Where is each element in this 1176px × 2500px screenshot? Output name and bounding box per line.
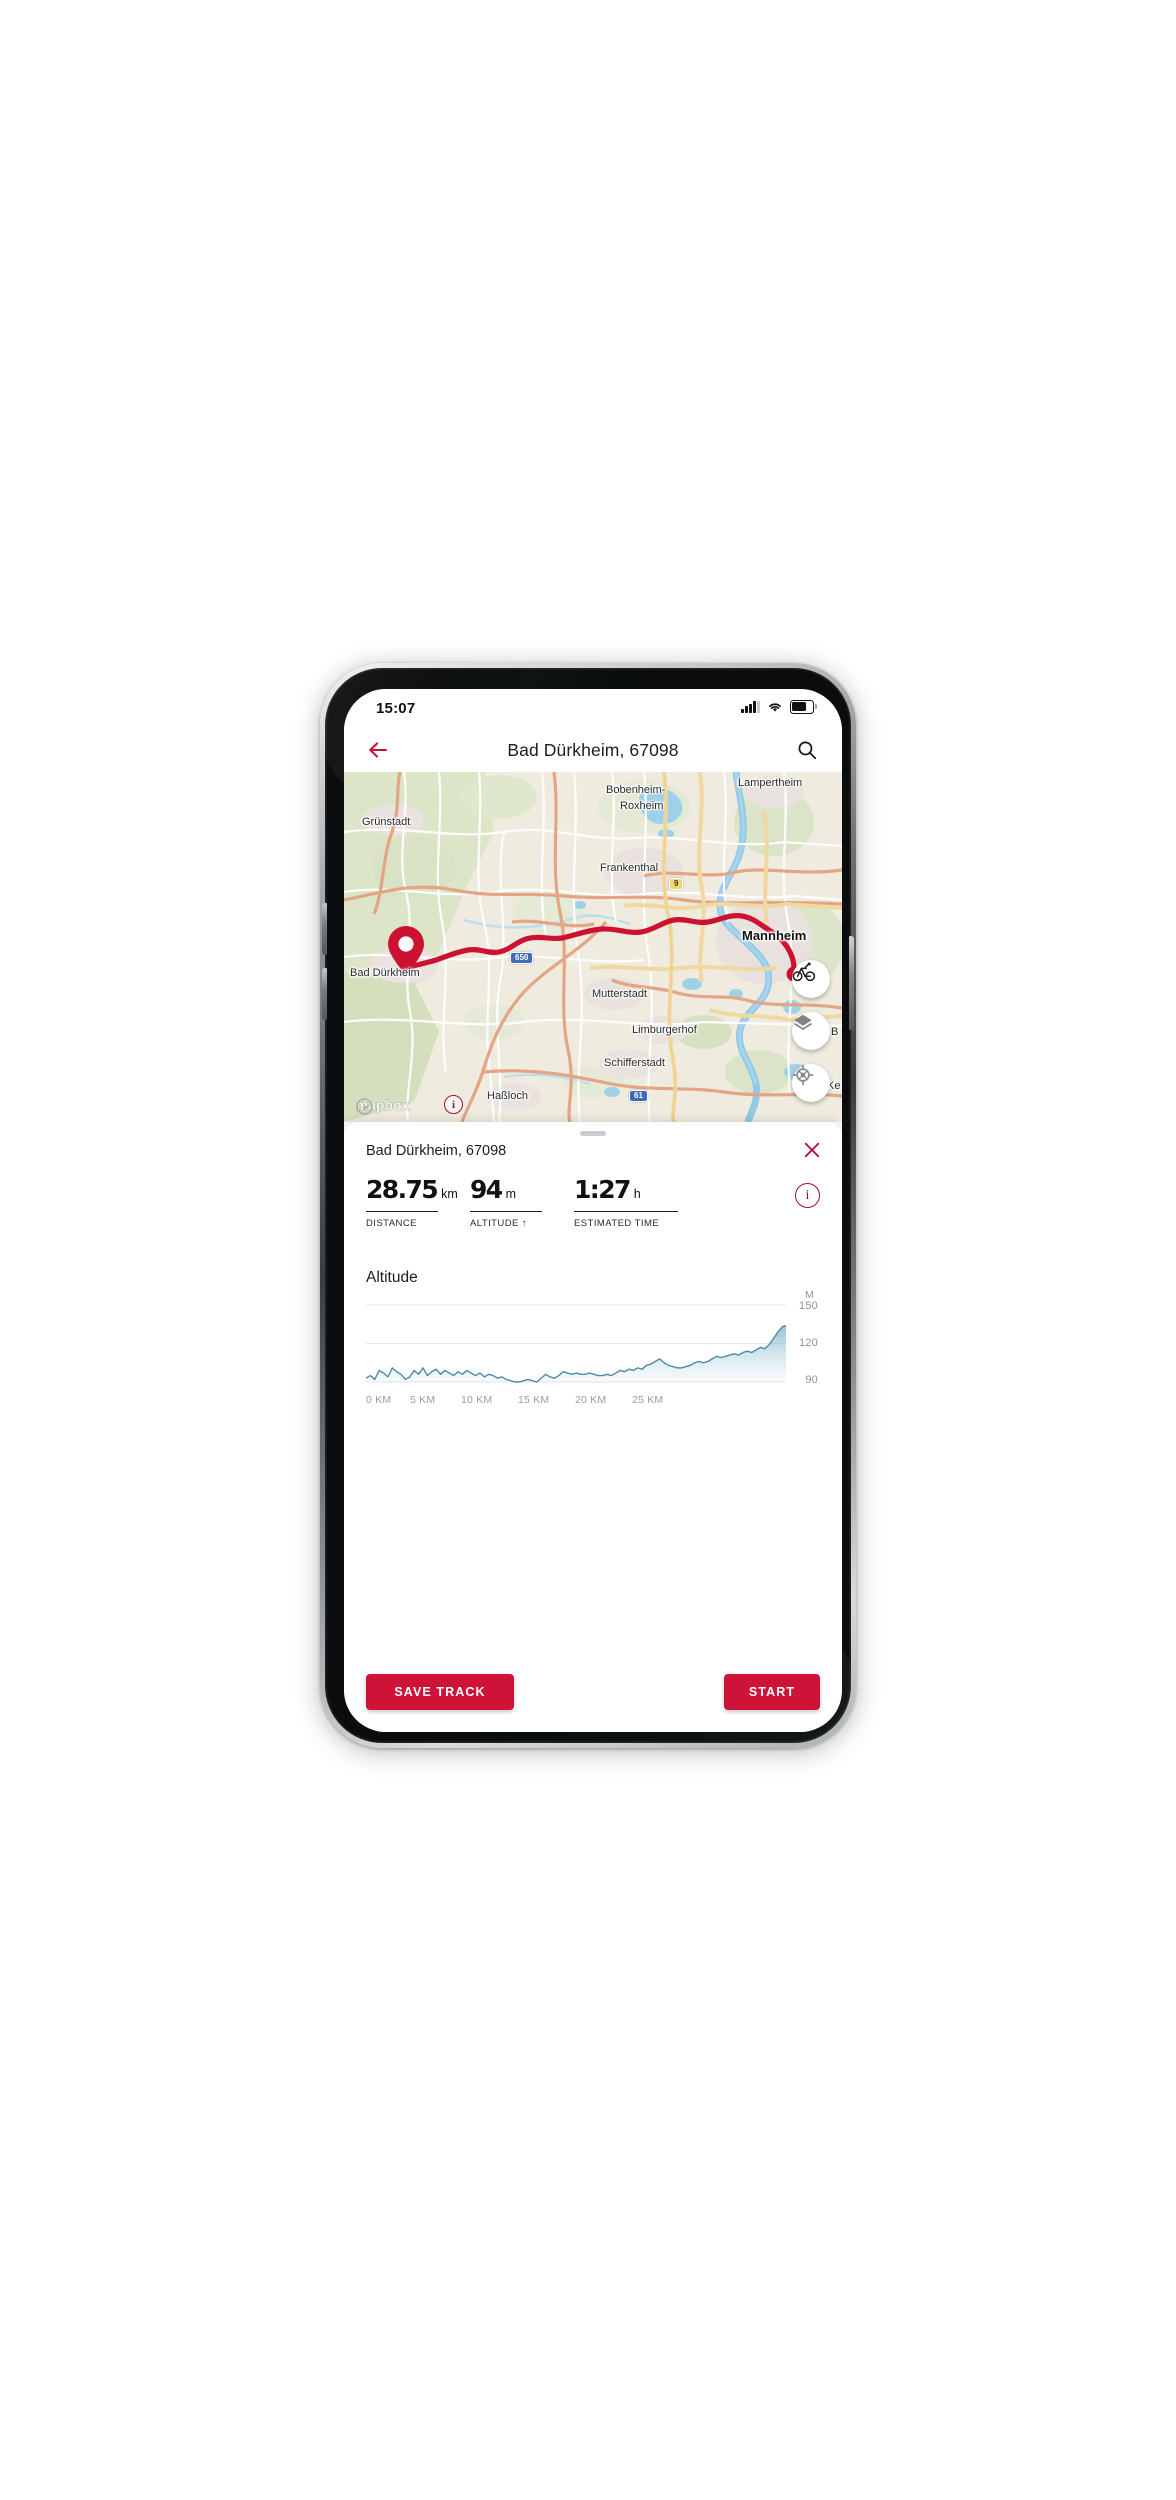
save-track-button[interactable]: SAVE TRACK bbox=[366, 1674, 514, 1710]
power-button[interactable] bbox=[849, 936, 854, 1030]
stat-distance-unit: km bbox=[441, 1187, 458, 1201]
map-label: Schifferstadt bbox=[604, 1057, 665, 1069]
stat-distance: 28.75 km DISTANCE bbox=[366, 1177, 470, 1229]
stat-time-unit: h bbox=[633, 1187, 641, 1201]
sheet-title: Bad Dürkheim, 67098 bbox=[366, 1143, 507, 1159]
sheet-actions: SAVE TRACK START bbox=[366, 1674, 820, 1710]
map-label: Bad Dürkheim bbox=[350, 967, 420, 979]
back-arrow-icon[interactable] bbox=[366, 738, 390, 762]
layers-icon bbox=[794, 1014, 812, 1030]
stat-altitude-unit: m bbox=[505, 1187, 517, 1201]
map-view[interactable]: Grünstadt Bobenheim- Roxheim Lampertheim… bbox=[344, 772, 842, 1122]
start-button[interactable]: START bbox=[724, 1674, 820, 1710]
stat-time-value: 1:27 bbox=[574, 1175, 631, 1204]
route-detail-sheet: Bad Dürkheim, 67098 28.75 km DISTANCE 94 m bbox=[344, 1122, 842, 1732]
info-button[interactable]: i bbox=[795, 1183, 820, 1208]
altitude-chart: M 150 120 90 bbox=[366, 1289, 820, 1388]
stat-distance-value: 28.75 bbox=[366, 1175, 439, 1204]
map-label: Haßloch bbox=[487, 1090, 528, 1102]
bike-mode-button[interactable] bbox=[792, 960, 830, 998]
volume-down-button[interactable] bbox=[322, 968, 327, 1020]
compass-crosshair-icon bbox=[792, 1064, 814, 1086]
stat-altitude-value: 94 bbox=[470, 1175, 503, 1204]
status-bar-icons bbox=[741, 700, 817, 714]
mapbox-logo-icon bbox=[356, 1098, 373, 1115]
chart-y-tick: 120 bbox=[799, 1337, 818, 1349]
chart-x-axis: 0 KM 5 KM 10 KM 15 KM 20 KM 25 KM bbox=[366, 1394, 786, 1410]
phone-bezel: 15:07 Bad Dürkheim, 67098 Grünstadt Bobe… bbox=[322, 668, 854, 1743]
stat-divider bbox=[574, 1211, 678, 1213]
search-icon[interactable] bbox=[796, 739, 818, 761]
map-label: Mannheim bbox=[742, 928, 807, 943]
chart-x-tick: 5 KM bbox=[410, 1394, 436, 1406]
stat-divider bbox=[366, 1211, 438, 1213]
screenshot-canvas: 15:07 Bad Dürkheim, 67098 Grünstadt Bobe… bbox=[0, 0, 1176, 2500]
stat-time-label: ESTIMATED TIME bbox=[574, 1218, 660, 1230]
phone-screen: 15:07 Bad Dürkheim, 67098 Grünstadt Bobe… bbox=[344, 689, 842, 1732]
chart-x-tick: 25 KM bbox=[632, 1394, 664, 1406]
stat-distance-label: DISTANCE bbox=[366, 1218, 417, 1230]
volume-up-button[interactable] bbox=[322, 903, 327, 955]
stat-divider bbox=[470, 1211, 542, 1213]
map-label: Mutterstadt bbox=[592, 988, 648, 1000]
map-canvas bbox=[344, 772, 842, 1122]
mapbox-attribution[interactable]: mapbox bbox=[355, 1097, 410, 1115]
road-shield: 9 bbox=[669, 878, 684, 890]
wifi-icon bbox=[769, 703, 781, 712]
stat-estimated-time: 1:27 h ESTIMATED TIME bbox=[574, 1177, 714, 1229]
road-shield: 61 bbox=[629, 1090, 648, 1102]
page-title: Bad Dürkheim, 67098 bbox=[507, 739, 679, 760]
app-bar: Bad Dürkheim, 67098 bbox=[344, 728, 842, 772]
chart-y-tick: 90 bbox=[805, 1374, 818, 1386]
map-label: Grünstadt bbox=[362, 816, 411, 828]
map-info-badge[interactable]: i bbox=[444, 1095, 463, 1114]
map-label: Frankenthal bbox=[600, 862, 659, 874]
stat-altitude-label: ALTITUDE ↑ bbox=[470, 1218, 528, 1230]
close-x-icon[interactable] bbox=[802, 1140, 822, 1160]
map-label: Lampertheim bbox=[738, 777, 803, 789]
map-layers-button[interactable] bbox=[792, 1012, 830, 1050]
stat-altitude: 94 m ALTITUDE ↑ bbox=[470, 1177, 574, 1229]
status-bar: 15:07 bbox=[344, 689, 842, 728]
map-label: Bobenheim- bbox=[606, 784, 666, 796]
chart-x-tick: 0 KM bbox=[366, 1394, 392, 1406]
road-shield: 650 bbox=[510, 952, 534, 964]
route-stats: 28.75km DISTANCE 94m ALTITUDE ↑ 1:27h bbox=[366, 1177, 820, 1229]
battery-icon bbox=[790, 700, 817, 714]
altitude-chart-svg bbox=[366, 1304, 786, 1383]
chart-y-axis: M 150 120 90 bbox=[786, 1289, 820, 1388]
chart-x-tick: 10 KM bbox=[461, 1394, 493, 1406]
map-label: B bbox=[831, 1026, 839, 1038]
status-bar-clock: 15:07 bbox=[376, 700, 416, 717]
chart-x-tick: 15 KM bbox=[518, 1394, 550, 1406]
chart-x-tick: 20 KM bbox=[575, 1394, 607, 1406]
phone-device-frame: 15:07 Bad Dürkheim, 67098 Grünstadt Bobe… bbox=[320, 663, 856, 1748]
signal-bars-icon bbox=[741, 700, 760, 713]
chart-y-tick: 150 bbox=[799, 1300, 818, 1312]
altitude-chart-title: Altitude bbox=[366, 1269, 418, 1286]
map-label: Limburgerhof bbox=[632, 1024, 697, 1036]
drag-handle[interactable] bbox=[580, 1131, 606, 1136]
locate-me-button[interactable] bbox=[792, 1064, 830, 1102]
bicycle-icon bbox=[792, 962, 816, 982]
map-label: Roxheim bbox=[620, 800, 664, 812]
